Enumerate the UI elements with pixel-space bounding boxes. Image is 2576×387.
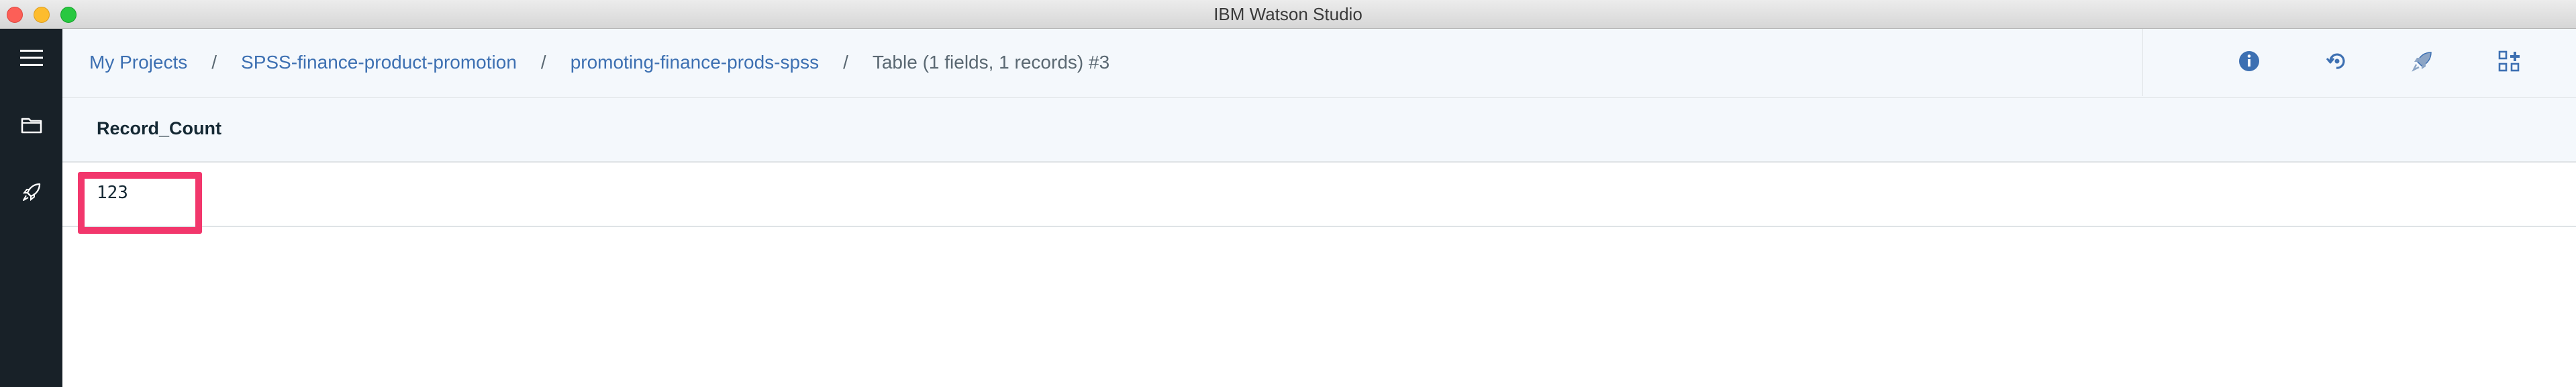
grid-icon (2498, 50, 2520, 75)
refresh-button[interactable] (2322, 48, 2351, 77)
deploy-button[interactable] (2408, 48, 2437, 77)
hamburger-menu-icon (19, 48, 43, 71)
breadcrumb-flow[interactable]: promoting-finance-prods-spss (571, 52, 819, 73)
breadcrumb-my-projects[interactable]: My Projects (89, 52, 187, 73)
breadcrumb-project[interactable]: SPSS-finance-product-promotion (241, 52, 517, 73)
breadcrumb: My Projects / SPSS-finance-product-promo… (89, 29, 1109, 96)
breadcrumb-separator: / (211, 52, 217, 73)
deploy-icon (2411, 50, 2434, 76)
window-title: IBM Watson Studio (1213, 4, 1363, 24)
page-header: My Projects / SPSS-finance-product-promo… (62, 29, 2576, 98)
breadcrumb-separator: / (540, 52, 546, 73)
table-row: 123 (62, 163, 2576, 227)
refresh-icon (2325, 50, 2348, 76)
info-button[interactable] (2234, 48, 2264, 77)
projects-button[interactable] (0, 96, 62, 157)
hamburger-menu-button[interactable] (0, 29, 62, 89)
header-actions (2142, 29, 2576, 96)
info-icon (2238, 50, 2260, 75)
highlight-annotation (78, 172, 202, 234)
column-header-record-count[interactable]: Record_Count (97, 118, 221, 139)
breadcrumb-current: Table (1 fields, 1 records) #3 (872, 52, 1110, 73)
window-titlebar: IBM Watson Studio (0, 0, 2576, 29)
left-nav-rail (0, 29, 62, 387)
table-empty-area (62, 228, 2576, 387)
folder-icon (21, 116, 42, 137)
rocket-icon (21, 182, 42, 206)
breadcrumb-separator: / (843, 52, 848, 73)
table-header: Record_Count (62, 98, 2576, 163)
deployments-button[interactable] (0, 163, 62, 224)
layout-button[interactable] (2494, 48, 2524, 77)
